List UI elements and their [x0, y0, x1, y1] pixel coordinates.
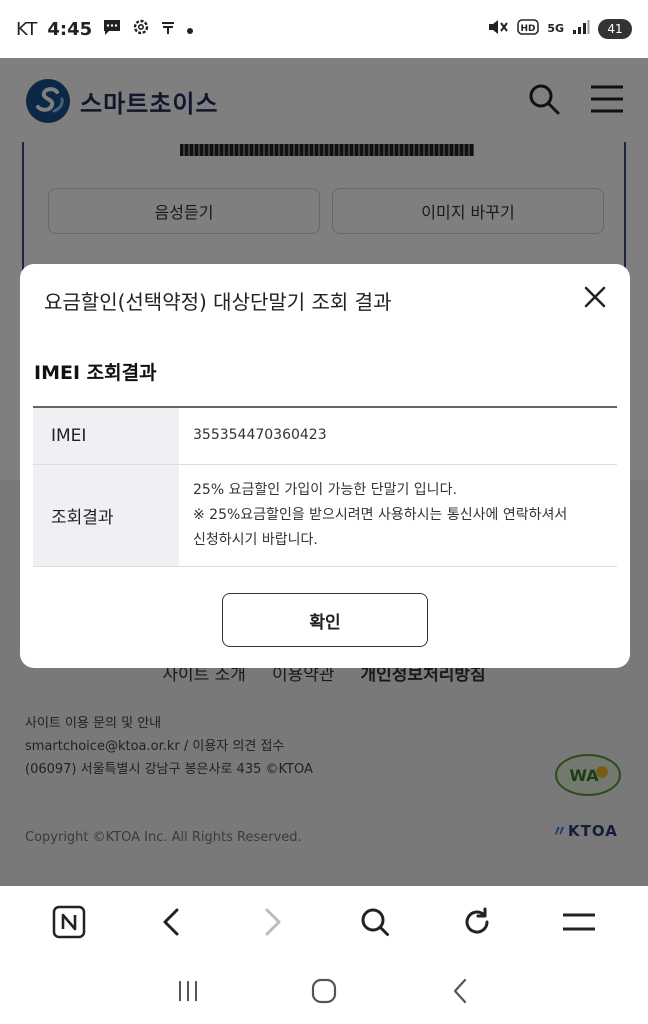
result-line: ※ 25%요금할인을 받으시려면 사용하시는 통신사에 연락하셔서	[193, 506, 568, 523]
hd-icon: HD	[517, 19, 540, 39]
usb-icon	[160, 19, 176, 40]
close-icon[interactable]	[580, 282, 610, 312]
network-icon: 5G	[547, 22, 564, 35]
result-value: 25% 요금할인 가입이 가능한 단말기 입니다. ※ 25%요금할인을 받으시…	[179, 464, 617, 567]
home-icon[interactable]	[304, 971, 344, 1011]
imei-result-modal: 요금할인(선택약정) 대상단말기 조회 결과 IMEI 조회결과 IMEI 35…	[20, 264, 630, 668]
search-icon[interactable]	[355, 902, 395, 942]
back-icon[interactable]	[440, 971, 480, 1011]
carrier-label: KT	[16, 18, 38, 40]
settings-icon	[132, 18, 150, 41]
battery-icon: 41	[598, 19, 632, 39]
result-label: 조회결과	[33, 464, 179, 567]
imei-label: IMEI	[33, 407, 179, 465]
chat-icon	[102, 18, 122, 41]
naver-home-icon[interactable]	[49, 902, 89, 942]
status-right: HD 5G 41	[487, 18, 632, 40]
refresh-icon[interactable]	[457, 902, 497, 942]
confirm-button[interactable]: 확인	[222, 593, 428, 647]
time-label: 4:45	[47, 18, 93, 40]
signal-icon	[572, 19, 590, 39]
forward-icon[interactable]	[253, 902, 293, 942]
table-row: IMEI 355354470360423	[33, 407, 617, 465]
browser-toolbar	[0, 886, 648, 958]
recents-icon[interactable]	[168, 971, 208, 1011]
section-title: IMEI 조회결과	[34, 362, 157, 384]
imei-value: 355354470360423	[179, 407, 617, 465]
result-line: 25% 요금할인 가입이 가능한 단말기 입니다.	[193, 481, 457, 498]
mute-icon	[487, 18, 509, 40]
modal-title: 요금할인(선택약정) 대상단말기 조회 결과	[44, 290, 392, 314]
table-row: 조회결과 25% 요금할인 가입이 가능한 단말기 입니다. ※ 25%요금할인…	[33, 464, 617, 567]
menu-icon[interactable]	[559, 902, 599, 942]
system-navigation	[0, 958, 648, 1024]
result-table: IMEI 355354470360423 조회결과 25% 요금할인 가입이 가…	[33, 406, 617, 567]
back-icon[interactable]	[151, 902, 191, 942]
status-left: KT 4:45	[16, 18, 194, 41]
status-bar: KT 4:45 HD 5G 41	[0, 0, 648, 58]
dot-icon	[186, 19, 194, 40]
result-line: 신청하시기 바랍니다.	[193, 531, 318, 548]
svg-text:HD: HD	[521, 24, 536, 34]
